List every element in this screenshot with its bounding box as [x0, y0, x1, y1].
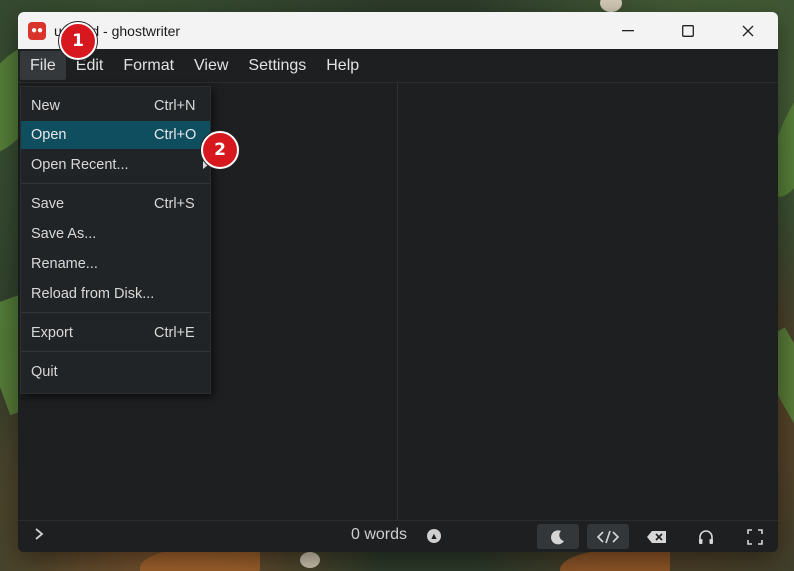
- menu-separator: [21, 183, 210, 184]
- close-button[interactable]: [718, 12, 778, 49]
- moon-icon: [551, 529, 564, 544]
- app-window: ●● untitled - ghostwriter File Edit Form…: [18, 12, 778, 552]
- menu-file[interactable]: File: [20, 51, 66, 80]
- menu-settings[interactable]: Settings: [238, 51, 316, 80]
- menu-separator: [21, 351, 210, 352]
- headphones-icon: [699, 529, 713, 544]
- maximize-icon: [682, 24, 694, 37]
- menu-bar: File Edit Format View Settings Help: [18, 49, 778, 83]
- title-bar[interactable]: ●● untitled - ghostwriter: [18, 12, 778, 49]
- menu-help[interactable]: Help: [316, 51, 369, 80]
- window-controls: [598, 12, 778, 49]
- toggle-sidebar-chevron-icon[interactable]: [34, 527, 44, 546]
- ghostwriter-app-icon: ●●: [28, 21, 46, 40]
- menu-item-save[interactable]: Save Ctrl+S: [21, 190, 210, 218]
- distraction-free-toggle[interactable]: [685, 524, 727, 549]
- menu-item-new[interactable]: New Ctrl+N: [21, 92, 210, 120]
- fullscreen-icon: [747, 528, 763, 545]
- word-count[interactable]: 0 words: [351, 526, 407, 544]
- status-bar: 0 words ▲: [18, 520, 778, 552]
- menu-view[interactable]: View: [184, 51, 238, 80]
- menu-separator: [21, 312, 210, 313]
- menu-item-rename[interactable]: Rename...: [21, 250, 210, 278]
- menu-item-open[interactable]: Open Ctrl+O: [21, 121, 210, 149]
- flower-decoration: [600, 0, 622, 12]
- backspace-icon: [647, 530, 666, 543]
- flower-decoration: [300, 552, 320, 568]
- menu-item-save-as[interactable]: Save As...: [21, 220, 210, 248]
- statistics-up-icon[interactable]: ▲: [427, 529, 441, 543]
- close-icon: [742, 25, 754, 36]
- code-icon: [597, 530, 619, 543]
- menu-item-reload-from-disk[interactable]: Reload from Disk...: [21, 280, 210, 308]
- menu-item-export[interactable]: Export Ctrl+E: [21, 319, 210, 347]
- menu-item-open-recent[interactable]: Open Recent...: [21, 151, 210, 179]
- minimize-button[interactable]: [598, 12, 658, 49]
- fullscreen-toggle[interactable]: [734, 524, 776, 549]
- file-menu-dropdown: New Ctrl+N Open Ctrl+O Open Recent... Sa…: [20, 86, 211, 394]
- html-preview-toggle[interactable]: [587, 524, 629, 549]
- minimize-icon: [622, 29, 634, 31]
- menu-format[interactable]: Format: [113, 51, 184, 80]
- maximize-button[interactable]: [658, 12, 718, 49]
- menu-item-quit[interactable]: Quit: [21, 358, 210, 386]
- hemingway-mode-toggle[interactable]: [636, 524, 678, 549]
- dark-mode-toggle[interactable]: [537, 524, 579, 549]
- leaf-decoration: [560, 550, 670, 571]
- step-badge-1: 1: [59, 22, 97, 60]
- pane-divider[interactable]: [397, 83, 398, 521]
- step-badge-2: 2: [201, 131, 239, 169]
